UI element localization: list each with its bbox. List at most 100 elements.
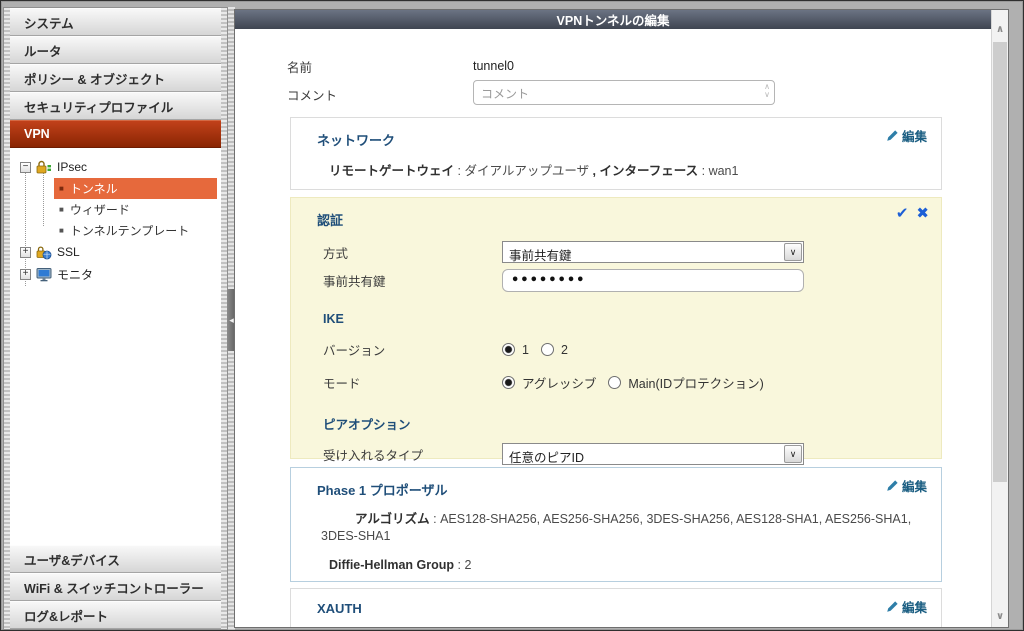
edit-vpn-form: 名前 tunnel0 コメント ∧ ∨ 編集 ネットワーク: [235, 29, 991, 627]
tree-node-label: トンネルテンプレート: [69, 224, 190, 238]
ike-version-2-radio[interactable]: [540, 343, 554, 356]
comment-input[interactable]: [473, 80, 775, 105]
xauth-section: 編集 XAUTH タイプ : 無効: [290, 588, 942, 627]
sidebar-item-log-report[interactable]: ログ&レポート: [10, 601, 221, 629]
name-label: 名前: [287, 60, 313, 75]
mode-aggressive-radio[interactable]: [502, 376, 515, 389]
bullet-icon: ■: [59, 204, 64, 214]
psk-input[interactable]: [502, 269, 804, 292]
phase1-proposal-section: 編集 Phase 1 プロポーザル アルゴリズム : AES128-SHA256…: [290, 467, 942, 582]
cancel-icon[interactable]: ✖: [916, 204, 929, 222]
remote-gateway-label: リモートゲートウェイ: [329, 164, 455, 178]
network-section: 編集 ネットワーク リモートゲートウェイ : ダイアルアップユーザ , インター…: [290, 117, 942, 190]
separator: :: [454, 164, 465, 178]
mode-main-radio[interactable]: [608, 376, 622, 389]
tree-node-label: モニタ: [57, 267, 94, 282]
sidebar-item-user-device[interactable]: ユーザ&デバイス: [10, 545, 221, 573]
chevron-down-icon: ∨: [764, 90, 770, 99]
vertical-scrollbar[interactable]: ∧ ∨: [991, 10, 1008, 627]
tree-node-label: IPsec: [57, 160, 88, 174]
comment-label: コメント: [287, 88, 338, 103]
sidebar: システム ルータ ポリシー & オブジェクト セキュリティプロファイル VPN …: [3, 7, 228, 630]
scroll-up-icon[interactable]: ∧: [992, 24, 1008, 35]
ike-mode-label: モード: [323, 377, 361, 391]
psk-label: 事前共有鍵: [323, 275, 386, 289]
separator: :: [429, 512, 441, 526]
accept-types-label: 受け入れるタイプ: [323, 448, 424, 463]
tree-node-tunnel-template[interactable]: ■ トンネルテンプレート: [54, 220, 217, 241]
expand-icon[interactable]: +: [20, 246, 31, 258]
ike-version-label: バージョン: [323, 344, 386, 358]
fortigate-vpn-edit-screen: { "colors": { "vpn_active_top": "#c1411a…: [0, 0, 1024, 631]
mode-main-label: Main(IDプロテクション): [628, 377, 764, 391]
sidebar-item-system[interactable]: システム: [10, 8, 221, 36]
pencil-icon: [887, 130, 898, 141]
pencil-icon: [887, 480, 898, 491]
sidebar-item-router[interactable]: ルータ: [10, 36, 221, 64]
method-select[interactable]: 事前共有鍵 ∨: [502, 241, 804, 263]
mode-aggressive-label: アグレッシブ: [522, 377, 597, 391]
name-value: tunnel0: [473, 59, 515, 73]
accept-types-select[interactable]: 任意のピアID ∨: [502, 443, 804, 465]
tree-node-ssl[interactable]: + SSL: [10, 241, 221, 263]
accept-types-selected-value: 任意のピアID: [509, 451, 585, 464]
edit-label: 編集: [901, 480, 927, 494]
main-panel: VPNトンネルの編集 名前 tunnel0 コメント ∧ ∨ 編集: [234, 9, 1009, 628]
authentication-section: ✔ ✖ 認証 方式 事前共有鍵 ∨ 事前共有鍵 IKE バージョン: [290, 197, 942, 465]
tree-node-monitor[interactable]: + モニタ: [10, 263, 221, 285]
method-selected-value: 事前共有鍵: [509, 249, 572, 262]
expand-icon[interactable]: +: [20, 268, 31, 280]
ike-version-radio-group: 1 2: [502, 343, 576, 357]
sidebar-item-wifi-switch[interactable]: WiFi & スイッチコントローラー: [10, 573, 221, 601]
scroll-down-icon[interactable]: ∨: [992, 611, 1008, 622]
authentication-section-title: 認証: [317, 213, 344, 228]
scrollbar-thumb[interactable]: [993, 42, 1007, 482]
sidebar-item-vpn[interactable]: VPN: [10, 120, 221, 148]
sidebar-item-security-profiles[interactable]: セキュリティプロファイル: [10, 92, 221, 120]
xauth-section-title: XAUTH: [317, 601, 362, 616]
chevron-down-icon: ∨: [784, 243, 802, 261]
tree-node-wizard[interactable]: ■ ウィザード: [54, 199, 217, 220]
page-title: VPNトンネルの編集: [235, 10, 991, 29]
algorithms-label: アルゴリズム: [355, 512, 430, 526]
xauth-edit-button[interactable]: 編集: [886, 597, 927, 616]
edit-label: 編集: [901, 601, 927, 615]
tree-node-ipsec[interactable]: − IPsec: [10, 156, 221, 178]
phase1-algorithms: アルゴリズム : AES128-SHA256, AES256-SHA256, 3…: [317, 511, 937, 545]
phase1-edit-button[interactable]: 編集: [886, 476, 927, 495]
phase1-section-title: Phase 1 プロポーザル: [317, 483, 448, 498]
ike-mode-radio-group: アグレッシブ Main(IDプロテクション): [502, 373, 772, 392]
comment-spinner[interactable]: ∧ ∨: [764, 83, 770, 99]
tree-node-tunnel[interactable]: ■ トンネル: [54, 178, 217, 199]
interface-value: wan1: [708, 164, 739, 178]
chevron-down-icon: ∨: [784, 445, 802, 463]
tree-node-label: トンネル: [69, 182, 118, 196]
tree-node-label: ウィザード: [69, 203, 130, 217]
phase1-dh-group: Diffie-Hellman Group : 2: [317, 558, 925, 572]
sidebar-item-policy-objects[interactable]: ポリシー & オブジェクト: [10, 64, 221, 92]
method-label: 方式: [323, 246, 349, 261]
separator: :: [454, 558, 465, 572]
collapse-icon[interactable]: −: [20, 161, 31, 173]
bullet-icon: ■: [59, 225, 64, 235]
ike-subheader: IKE: [323, 312, 344, 326]
vpn-tree: − IPsec ■ トンネル ■ ウィザード ■ トンネルテンプレート + SS…: [10, 148, 221, 545]
tree-node-label: SSL: [57, 245, 80, 259]
separator: ,: [589, 164, 600, 178]
dh-group-value: 2: [464, 558, 472, 572]
peer-options-subheader: ピアオプション: [323, 418, 411, 432]
ike-version-2-label: 2: [560, 342, 568, 357]
confirm-icon[interactable]: ✔: [896, 204, 909, 222]
network-edit-button[interactable]: 編集: [886, 126, 927, 145]
ike-version-1-radio[interactable]: [502, 343, 515, 356]
bullet-icon: ■: [59, 183, 64, 193]
interface-label: インターフェース: [599, 164, 699, 178]
tree-connector: [43, 170, 44, 226]
network-summary: リモートゲートウェイ : ダイアルアップユーザ , インターフェース : wan…: [317, 160, 925, 179]
pencil-icon: [887, 601, 898, 612]
network-section-title: ネットワーク: [317, 133, 396, 148]
separator: :: [698, 164, 709, 178]
ssl-lock-globe-icon: [36, 245, 52, 259]
edit-label: 編集: [901, 130, 927, 144]
ike-version-1-label: 1: [522, 342, 529, 357]
